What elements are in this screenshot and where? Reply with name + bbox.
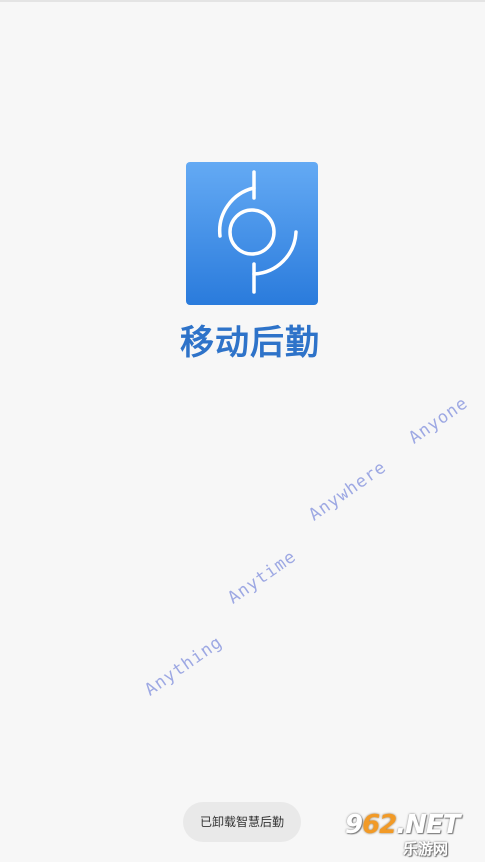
splash-screen: 移动后勤 Anything Anytime Anywhere Anyone 已卸…: [0, 0, 485, 862]
app-name: 移动后勤: [180, 323, 320, 363]
watermark-net: .NET: [396, 810, 460, 840]
watermark-brand: 962.NET: [345, 810, 460, 840]
status-divider: [0, 0, 485, 2]
watermark-9: 9: [345, 810, 363, 840]
watermark-logo: 962.NET 乐游网: [345, 810, 480, 858]
watermark-site-name: 乐游网: [403, 840, 449, 858]
slogan-anyone: Anyone: [405, 393, 472, 449]
slogan-anything: Anything: [141, 632, 227, 701]
slogan-anywhere: Anywhere: [305, 457, 391, 526]
app-logo-icon: [186, 162, 318, 305]
watermark-62: 62: [362, 810, 397, 840]
slogan-anytime: Anytime: [224, 546, 301, 609]
toast-message: 已卸载智慧后勤: [183, 802, 301, 842]
